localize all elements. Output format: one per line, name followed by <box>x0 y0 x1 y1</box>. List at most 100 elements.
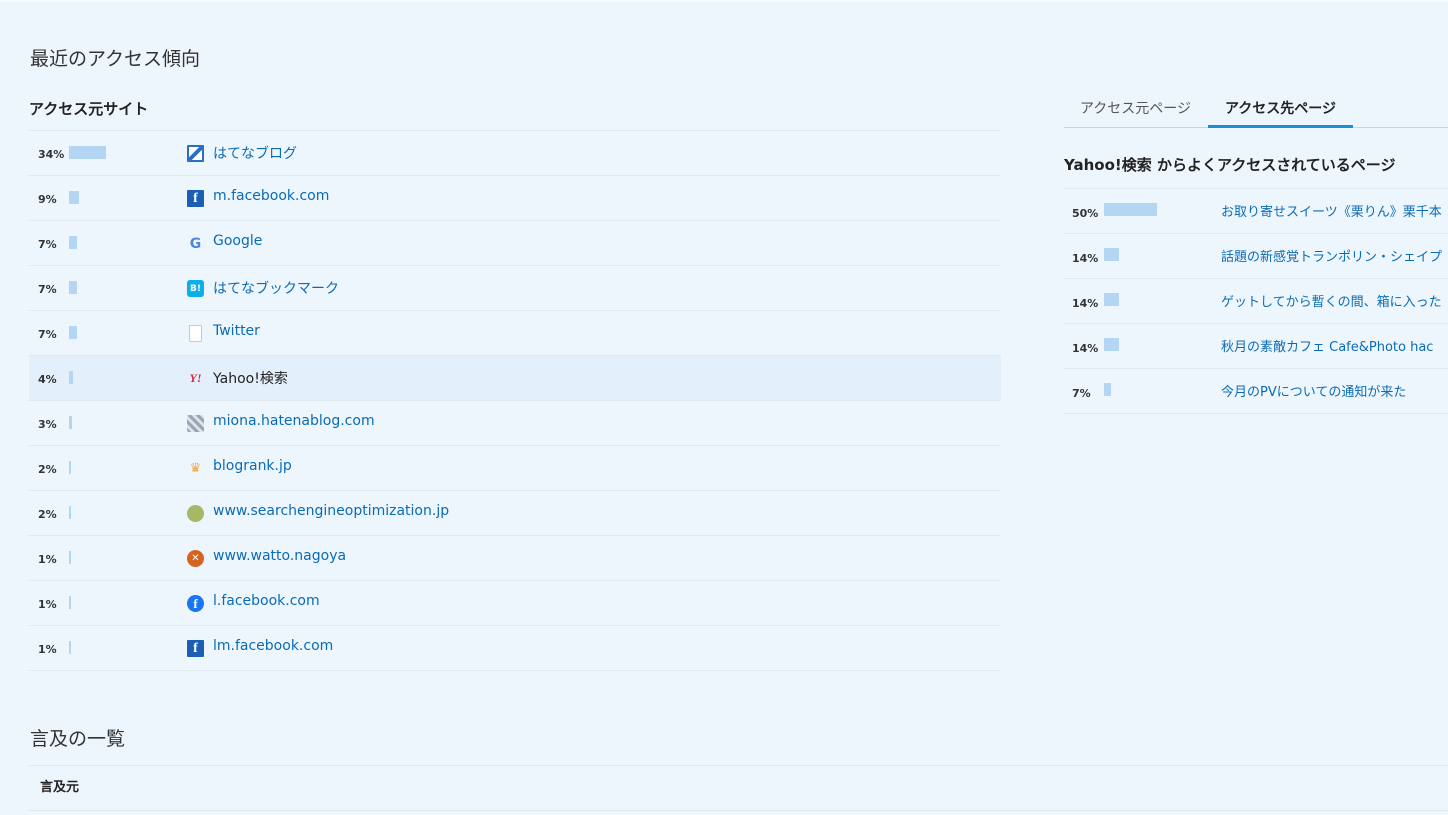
page-tabs: アクセス元ページ アクセス先ページ <box>1064 86 1448 128</box>
destination-percent: 14% <box>1072 252 1099 265</box>
referrer-bar-track <box>69 461 179 475</box>
leaf-icon <box>187 505 204 522</box>
facebook-icon: f <box>187 190 204 207</box>
referrer-percent: 1% <box>38 598 57 611</box>
referrer-share-bar <box>69 641 71 654</box>
referrer-site-link[interactable]: www.watto.nagoya <box>213 548 346 564</box>
referrer-percent: 7% <box>38 238 57 251</box>
referrer-site-link[interactable]: l.facebook.com <box>213 593 320 609</box>
destination-percent: 50% <box>1072 207 1099 220</box>
active-tab-indicator <box>1208 125 1353 128</box>
destination-share-bar <box>1104 383 1111 396</box>
referrer-row: 2% www.searchengineoptimization.jp <box>29 491 1001 536</box>
referrer-bar-track <box>69 191 179 205</box>
destination-row: 14% ゲットしてから暫くの間、箱に入った <box>1064 279 1448 324</box>
referrer-row: 2% ♛ blogrank.jp <box>29 446 1001 491</box>
destination-percent: 14% <box>1072 297 1099 310</box>
destination-row: 14% 秋月の素敵カフェ Cafe&Photo hac <box>1064 324 1448 369</box>
destination-share-bar <box>1104 293 1119 306</box>
referrer-sites-panel: アクセス元サイト 34% はてなブログ 9% f m.facebook.com 7% G Go… <box>29 96 1001 671</box>
destination-page-link[interactable]: お取り寄せスイーツ《栗りん》栗千本 <box>1221 201 1442 220</box>
destination-page-link[interactable]: 今月のPVについての通知が来た <box>1221 381 1406 400</box>
referrer-site-link[interactable]: www.searchengineoptimization.jp <box>213 503 449 519</box>
referrer-share-bar <box>69 146 106 159</box>
destination-bar-track <box>1104 383 1164 397</box>
destination-bar-track <box>1104 203 1164 217</box>
referrer-bar-track <box>69 596 179 610</box>
referrer-share-bar <box>69 236 77 249</box>
referrer-site-link[interactable]: Twitter <box>213 323 260 339</box>
crown-icon: ♛ <box>189 461 202 476</box>
access-analytics-page: 最近のアクセス傾向 アクセス元サイト 34% はてなブログ 9% f m.faceboo… <box>0 0 1448 815</box>
destination-share-bar <box>1104 203 1157 216</box>
referrer-percent: 9% <box>38 193 57 206</box>
referrer-site-link[interactable]: はてなブログ <box>213 143 297 163</box>
referrer-bar-track <box>69 281 179 295</box>
destination-share-bar <box>1104 248 1119 261</box>
referrer-list: 34% はてなブログ 9% f m.facebook.com 7% G Google 7% B! は… <box>29 131 1001 671</box>
referrer-site-link[interactable]: m.facebook.com <box>213 188 329 204</box>
referrer-share-bar <box>69 416 72 429</box>
hatena-bookmark-icon: B! <box>187 280 204 297</box>
referrer-share-bar <box>69 506 71 519</box>
destination-page-link[interactable]: ゲットしてから暫くの間、箱に入った <box>1221 291 1442 310</box>
referrer-bar-track <box>69 551 179 565</box>
destination-list: 50% お取り寄せスイーツ《栗りん》栗千本 14% 話題の新感覚トランポリン・シェイプ… <box>1064 189 1448 414</box>
referrer-percent: 4% <box>38 373 57 386</box>
referrer-percent: 1% <box>38 643 57 656</box>
facebook-circle-icon: f <box>187 595 204 612</box>
referrer-row: 9% f m.facebook.com <box>29 176 1001 221</box>
destination-heading: Yahoo!検索 からよくアクセスされているページ <box>1064 154 1448 189</box>
destination-page-link[interactable]: 秋月の素敵カフェ Cafe&Photo hac <box>1221 336 1433 355</box>
referrer-site-link[interactable]: lm.facebook.com <box>213 638 333 654</box>
destination-row: 50% お取り寄せスイーツ《栗りん》栗千本 <box>1064 189 1448 234</box>
referrer-sites-heading: アクセス元サイト <box>29 96 1001 131</box>
watto-icon: ✕ <box>187 550 204 567</box>
referrer-site-link[interactable]: blogrank.jp <box>213 458 292 474</box>
referrer-bar-track <box>69 371 179 385</box>
referrer-share-bar <box>69 191 79 204</box>
referrer-percent: 2% <box>38 463 57 476</box>
destination-bar-track <box>1104 293 1164 307</box>
referrer-percent: 34% <box>38 148 65 161</box>
referrer-bar-track <box>69 641 179 655</box>
referrer-percent: 7% <box>38 328 57 341</box>
google-icon: G <box>189 235 202 252</box>
yahoo-icon: Y! <box>189 371 202 385</box>
referrer-site-link: Yahoo!検索 <box>213 371 288 387</box>
referrer-share-bar <box>69 461 71 474</box>
recent-access-title: 最近のアクセス傾向 <box>30 48 201 70</box>
referrer-row: 1% f l.facebook.com <box>29 581 1001 626</box>
referrer-site-link[interactable]: miona.hatenablog.com <box>213 413 375 429</box>
destination-panel: アクセス元ページ アクセス先ページ Yahoo!検索 からよくアクセスされている… <box>1064 86 1448 414</box>
destination-percent: 14% <box>1072 342 1099 355</box>
referrer-site-link[interactable]: はてなブックマーク <box>213 278 339 298</box>
destination-bar-track <box>1104 248 1164 262</box>
referrer-row: 3% miona.hatenablog.com <box>29 401 1001 446</box>
destination-row: 14% 話題の新感覚トランポリン・シェイプ <box>1064 234 1448 279</box>
mentions-title: 言及の一覧 <box>30 728 126 750</box>
referrer-bar-track <box>69 506 179 520</box>
referrer-row: 1% f lm.facebook.com <box>29 626 1001 671</box>
referrer-bar-track <box>69 146 179 160</box>
referrer-site-link[interactable]: Google <box>213 233 262 249</box>
referrer-row: 4% Y! Yahoo!検索 <box>29 356 1001 401</box>
mentions-column-header: 言及元 <box>29 765 1448 811</box>
referrer-share-bar <box>69 596 71 609</box>
referrer-share-bar <box>69 371 73 384</box>
tab-source-pages[interactable]: アクセス元ページ <box>1080 98 1191 118</box>
referrer-bar-track <box>69 326 179 340</box>
referrer-bar-track <box>69 416 179 430</box>
blog-avatar-icon <box>187 415 204 432</box>
destination-bar-track <box>1104 338 1164 352</box>
referrer-percent: 7% <box>38 283 57 296</box>
facebook-icon: f <box>187 640 204 657</box>
referrer-row: 7% B! はてなブックマーク <box>29 266 1001 311</box>
destination-page-link[interactable]: 話題の新感覚トランポリン・シェイプ <box>1221 246 1442 265</box>
referrer-row: 34% はてなブログ <box>29 131 1001 176</box>
document-icon <box>189 325 202 342</box>
hatena-blog-icon <box>187 145 204 162</box>
tab-destination-pages[interactable]: アクセス先ページ <box>1225 98 1336 118</box>
referrer-share-bar <box>69 551 71 564</box>
referrer-share-bar <box>69 281 77 294</box>
